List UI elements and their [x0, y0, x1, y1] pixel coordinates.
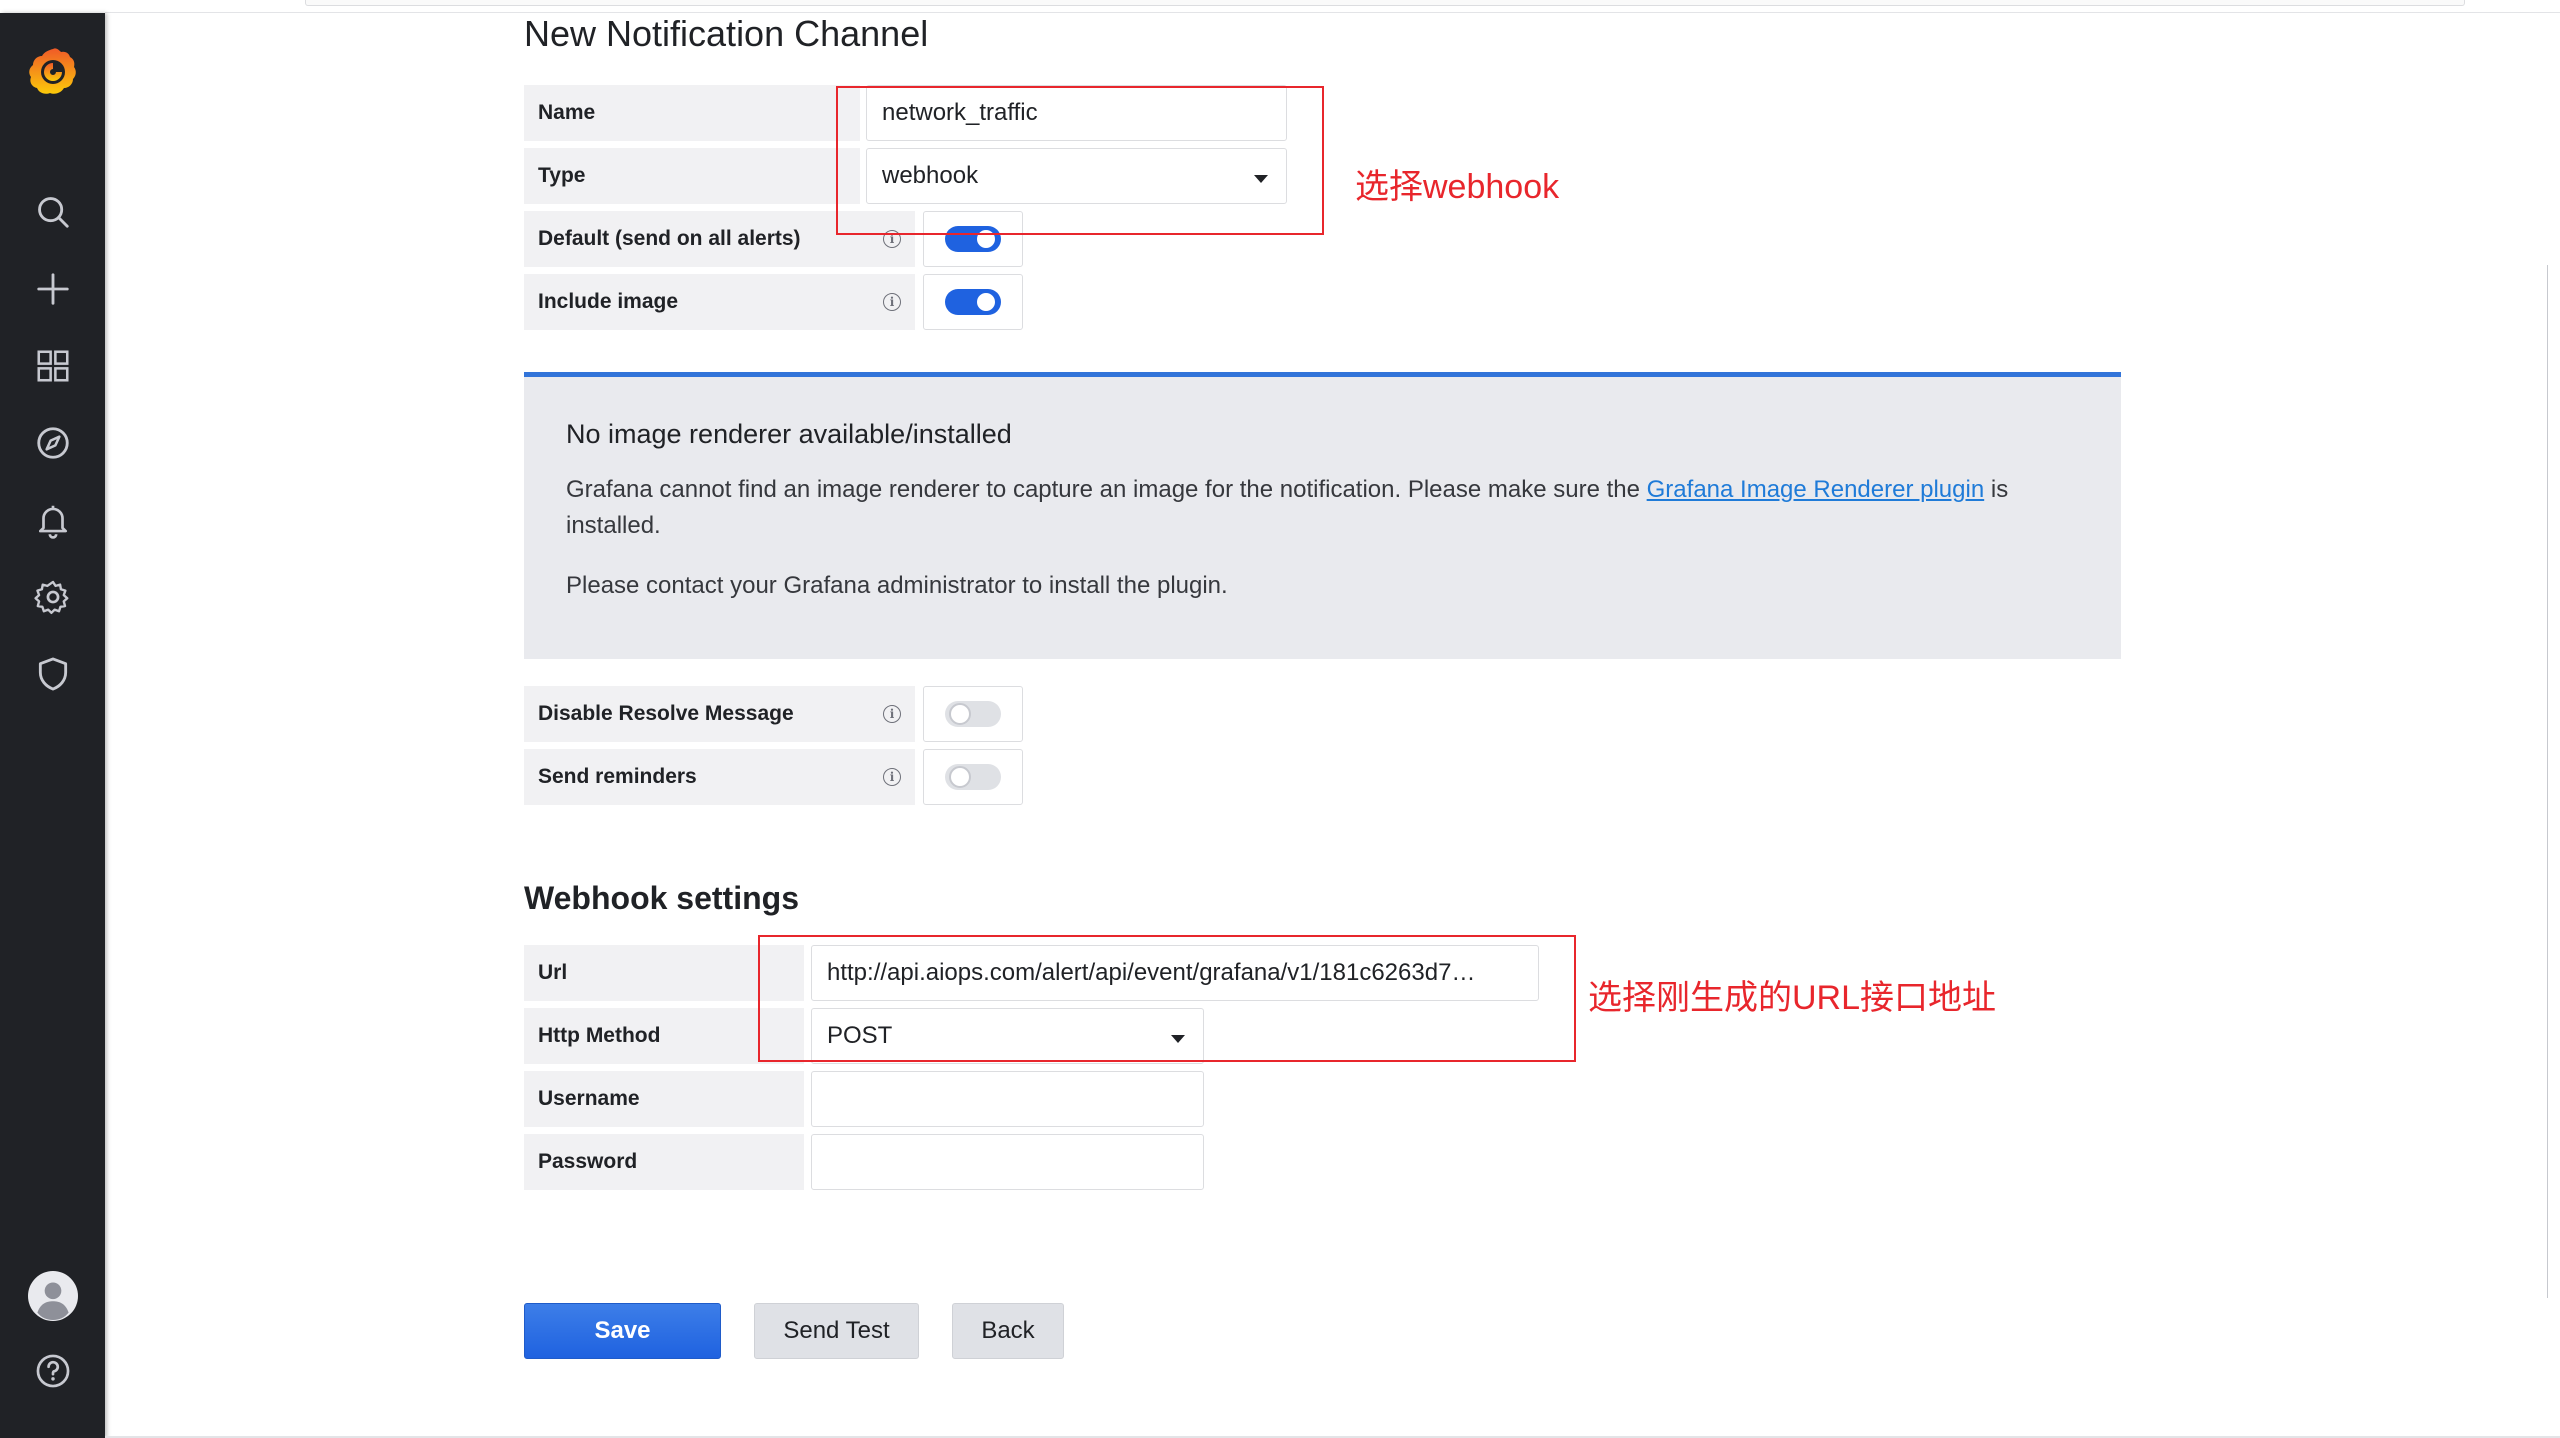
- help-icon: [36, 1354, 69, 1388]
- send-reminders-label: Send reminders i: [524, 749, 915, 805]
- password-label-text: Password: [538, 1150, 638, 1173]
- http-method-label-text: Http Method: [538, 1024, 661, 1047]
- alert-text: Grafana cannot find an image renderer to…: [566, 472, 2079, 544]
- dashboards-icon: [36, 350, 69, 382]
- search-icon: [37, 197, 69, 228]
- info-icon[interactable]: i: [883, 293, 901, 311]
- avatar-icon: [27, 1271, 78, 1321]
- plus-icon: [36, 273, 69, 305]
- annotation-type-note: 选择webhook: [1355, 168, 1560, 206]
- sidebar-item-help[interactable]: [0, 1336, 105, 1406]
- sidebar-item-dashboards[interactable]: [0, 331, 105, 401]
- alert-title: No image renderer available/installed: [566, 419, 1012, 449]
- toggle-knob: [949, 766, 971, 788]
- annotation-box-url: [758, 935, 1576, 1062]
- include-image-switch[interactable]: [923, 274, 1023, 330]
- default-label-text: Default (send on all alerts): [538, 227, 801, 250]
- sidebar: [0, 13, 105, 1438]
- info-icon[interactable]: i: [883, 705, 901, 723]
- send-reminders-switch[interactable]: [923, 749, 1023, 805]
- gear-icon: [33, 580, 68, 615]
- shield-icon: [38, 657, 67, 691]
- grafana-logo-icon: [28, 48, 76, 94]
- image-renderer-alert: No image renderer available/installed Gr…: [524, 372, 2121, 659]
- toggle-knob: [975, 291, 997, 313]
- bell-icon: [38, 505, 67, 539]
- back-button[interactable]: Back: [952, 1303, 1064, 1359]
- send-reminders-label-text: Send reminders: [538, 765, 697, 788]
- username-label: Username: [524, 1071, 804, 1127]
- type-label: Type: [524, 148, 860, 204]
- scrollbar[interactable]: [2547, 265, 2560, 1298]
- save-button[interactable]: Save: [524, 1303, 721, 1359]
- disable-resolve-label-text: Disable Resolve Message: [538, 702, 794, 725]
- password-label: Password: [524, 1134, 804, 1190]
- alert-text-before: Grafana cannot find an image renderer to…: [566, 476, 1647, 503]
- disable-resolve-label: Disable Resolve Message i: [524, 686, 915, 742]
- alert-text-contact: Please contact your Grafana administrato…: [566, 572, 1228, 599]
- top-bar: [105, 0, 2560, 13]
- page-title: New Notification Channel: [524, 13, 929, 54]
- annotation-box-type: [836, 86, 1324, 235]
- sidebar-item-alerting[interactable]: [0, 485, 105, 555]
- include-image-label-text: Include image: [538, 290, 679, 313]
- disable-resolve-toggle[interactable]: [945, 701, 1001, 727]
- disable-resolve-switch[interactable]: [923, 686, 1023, 742]
- sidebar-item-profile[interactable]: [0, 1261, 105, 1331]
- sidebar-item-configuration[interactable]: [0, 562, 105, 632]
- name-label: Name: [524, 85, 860, 141]
- toggle-knob: [949, 703, 971, 725]
- sidebar-item-create[interactable]: [0, 254, 105, 324]
- url-label-text: Url: [538, 961, 568, 984]
- include-image-label: Include image i: [524, 274, 915, 330]
- annotation-url-note: 选择刚生成的URL接口地址: [1588, 979, 1997, 1017]
- top-search-field[interactable]: [305, 0, 2465, 6]
- image-renderer-plugin-link[interactable]: Grafana Image Renderer plugin: [1647, 476, 1985, 503]
- sidebar-item-search[interactable]: [0, 177, 105, 247]
- username-input[interactable]: [811, 1071, 1204, 1127]
- sidebar-item-explore[interactable]: [0, 408, 105, 478]
- password-input[interactable]: [811, 1134, 1204, 1190]
- send-reminders-toggle[interactable]: [945, 764, 1001, 790]
- include-image-toggle[interactable]: [945, 289, 1001, 315]
- type-label-text: Type: [538, 164, 586, 187]
- name-label-text: Name: [538, 101, 596, 124]
- webhook-settings-title: Webhook settings: [524, 880, 799, 916]
- grafana-logo[interactable]: [0, 33, 105, 113]
- send-test-button[interactable]: Send Test: [754, 1303, 919, 1359]
- username-label-text: Username: [538, 1087, 640, 1110]
- info-icon[interactable]: i: [883, 768, 901, 786]
- sidebar-item-server-admin[interactable]: [0, 639, 105, 709]
- explore-icon: [36, 427, 69, 459]
